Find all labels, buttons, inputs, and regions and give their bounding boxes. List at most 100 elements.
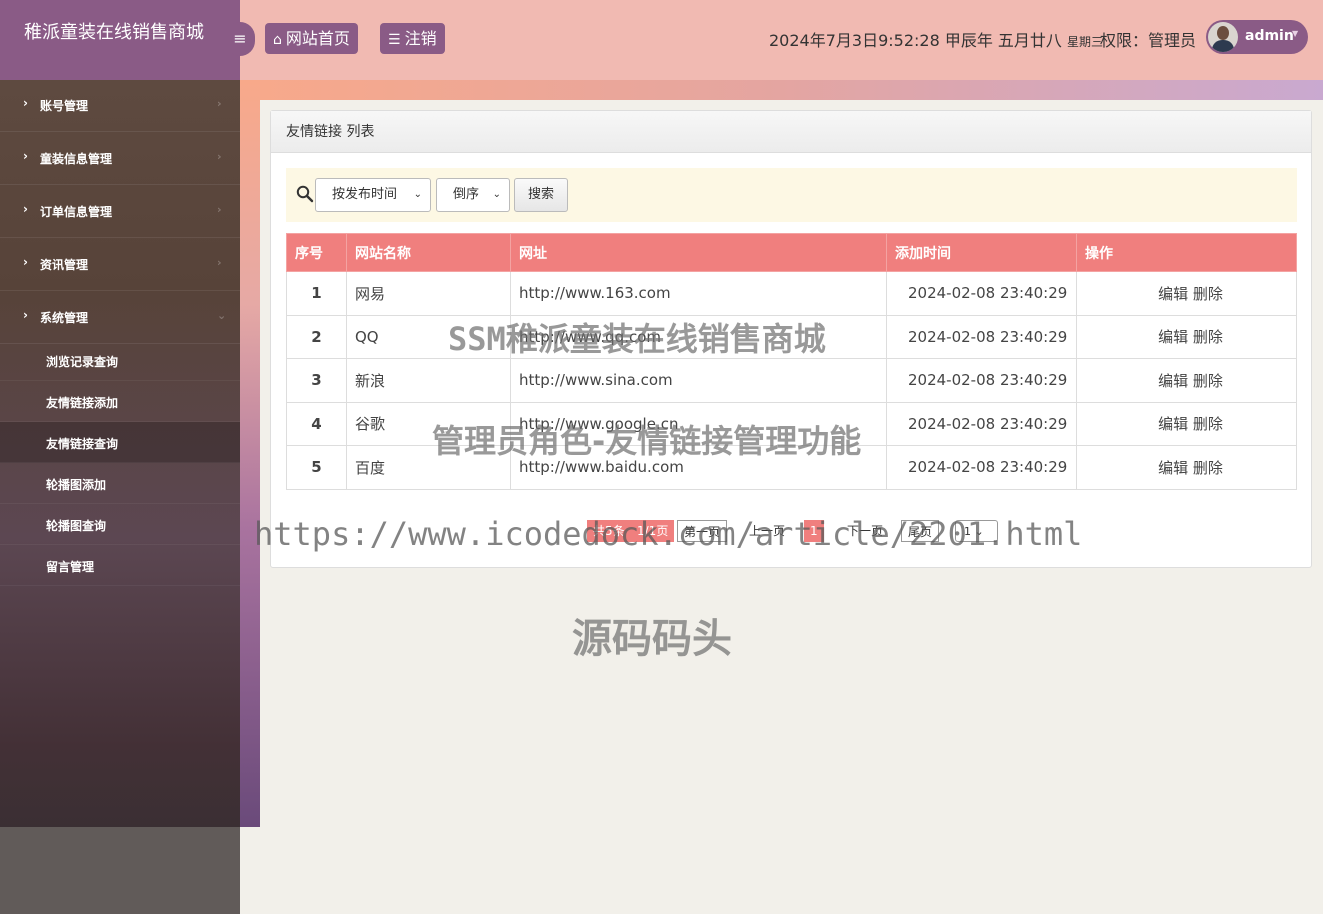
pagination: 共5条 1/1页 第一页 上一页 1 下一页 尾页 1 ⌄: [271, 520, 1311, 542]
edit-link[interactable]: 编辑: [1158, 372, 1188, 390]
column-header: 网站名称: [346, 233, 511, 272]
chevron-down-icon: ⌄: [974, 525, 984, 538]
delete-link[interactable]: 删除: [1193, 459, 1223, 477]
site-url: http://www.sina.com: [510, 358, 887, 403]
last-page-button[interactable]: 尾页: [901, 520, 940, 542]
sort-field-select[interactable]: 按发布时间 ⌄: [315, 178, 431, 212]
links-table: 序号 网站名称 网址 添加时间 操作 1 网易 http://www.163.com…: [286, 233, 1297, 490]
row-actions: 编辑 删除: [1076, 271, 1297, 316]
row-index: 5: [286, 445, 347, 490]
page-count: 1/1页: [631, 520, 675, 542]
sidebar-toggle-button[interactable]: ≡: [225, 22, 255, 56]
site-name: 网易: [346, 271, 511, 316]
row-index: 4: [286, 401, 347, 446]
sidebar-item-news[interactable]: › 资讯管理 ›: [0, 239, 240, 291]
search-button[interactable]: 搜索: [514, 178, 568, 212]
chevron-right-icon: ›: [23, 202, 28, 216]
datetime-display: 2024年7月3日9:52:28 甲辰年 五月廿八 星期三: [769, 31, 1104, 50]
sidebar-item-orders[interactable]: › 订单信息管理 ›: [0, 186, 240, 238]
column-header: 网址: [510, 233, 887, 272]
home-icon: ⌂: [273, 32, 282, 48]
table-row: 2 QQ http://www.qq.com 2024-02-08 23:40:29 编…: [286, 314, 1297, 359]
logout-button[interactable]: ☰ 注销: [380, 23, 445, 54]
chevron-right-icon: ›: [23, 96, 28, 110]
search-icon: [296, 185, 314, 203]
row-index: 2: [286, 314, 347, 359]
total-count: 共5条: [587, 520, 631, 542]
menu-icon: ≡: [233, 29, 247, 48]
row-actions: 编辑 删除: [1076, 314, 1297, 359]
row-actions: 编辑 删除: [1076, 358, 1297, 403]
chevron-down-icon: ⌄: [217, 309, 227, 322]
role-label: 权限：管理员: [1100, 31, 1197, 50]
chevron-right-icon: ›: [23, 149, 28, 163]
sidebar-footer: [0, 827, 240, 914]
delete-link[interactable]: 删除: [1193, 328, 1223, 346]
edit-link[interactable]: 编辑: [1158, 285, 1188, 303]
sidebar-subitem-link-add[interactable]: 友情链接添加: [0, 381, 240, 422]
delete-link[interactable]: 删除: [1193, 415, 1223, 433]
site-url: http://www.baidu.com: [510, 445, 887, 490]
chevron-right-icon: ›: [217, 203, 222, 216]
sidebar-subitem-browse-history[interactable]: 浏览记录查询: [0, 340, 240, 381]
table-row: 1 网易 http://www.163.com 2024-02-08 23:40:29…: [286, 271, 1297, 316]
chevron-right-icon: ›: [23, 308, 28, 322]
caret-down-icon: ▼: [1292, 29, 1299, 38]
added-time: 2024-02-08 23:40:29: [886, 401, 1077, 446]
chevron-right-icon: ›: [23, 255, 28, 269]
sidebar-subitem-messages[interactable]: 留言管理: [0, 545, 240, 586]
chevron-right-icon: ›: [217, 256, 222, 269]
chevron-right-icon: ›: [217, 97, 222, 110]
row-actions: 编辑 删除: [1076, 401, 1297, 446]
site-name: 谷歌: [346, 401, 511, 446]
page-jump-select[interactable]: 1 ⌄: [955, 520, 998, 542]
list-panel: 友情链接 列表 按发布时间 ⌄ 倒序 ⌄ 搜索 序号 网站名称 网址 添加时间 操作…: [270, 110, 1312, 568]
column-header: 序号: [286, 233, 347, 272]
chevron-down-icon: ⌄: [492, 189, 501, 200]
column-header: 操作: [1076, 233, 1297, 272]
site-name: QQ: [346, 314, 511, 359]
first-page-button[interactable]: 第一页: [677, 520, 728, 542]
delete-link[interactable]: 删除: [1193, 285, 1223, 303]
row-index: 1: [286, 271, 347, 316]
prev-page-button[interactable]: 上一页: [743, 520, 791, 542]
panel-title: 友情链接 列表: [271, 111, 1311, 153]
added-time: 2024-02-08 23:40:29: [886, 445, 1077, 490]
table-row: 4 谷歌 http://www.google.cn 2024-02-08 23:40:…: [286, 401, 1297, 446]
sidebar-subitem-carousel-query[interactable]: 轮播图查询: [0, 504, 240, 545]
sidebar-item-system[interactable]: › 系统管理 ⌄: [0, 292, 240, 344]
edit-link[interactable]: 编辑: [1158, 459, 1188, 477]
username: admin: [1245, 28, 1294, 44]
table-row: 3 新浪 http://www.sina.com 2024-02-08 23:40:2…: [286, 358, 1297, 403]
sidebar-item-clothing[interactable]: › 童装信息管理 ›: [0, 133, 240, 185]
delete-link[interactable]: 删除: [1193, 372, 1223, 390]
current-page[interactable]: 1: [804, 520, 824, 542]
site-url: http://www.qq.com: [510, 314, 887, 359]
sort-order-select[interactable]: 倒序 ⌄: [436, 178, 510, 212]
home-button[interactable]: ⌂ 网站首页: [265, 23, 358, 54]
added-time: 2024-02-08 23:40:29: [886, 358, 1077, 403]
site-url: http://www.163.com: [510, 271, 887, 316]
site-brand: 稚派童装在线销售商城: [0, 0, 240, 80]
edit-link[interactable]: 编辑: [1158, 415, 1188, 433]
row-actions: 编辑 删除: [1076, 445, 1297, 490]
gradient-strip: [240, 80, 1323, 100]
site-name: 新浪: [346, 358, 511, 403]
edit-link[interactable]: 编辑: [1158, 328, 1188, 346]
chevron-down-icon: ⌄: [413, 189, 422, 200]
list-icon: ☰: [388, 32, 401, 48]
user-menu-button[interactable]: admin ▼: [1206, 20, 1308, 54]
table-row: 5 百度 http://www.baidu.com 2024-02-08 23:40:…: [286, 445, 1297, 490]
row-index: 3: [286, 358, 347, 403]
search-bar: 按发布时间 ⌄ 倒序 ⌄ 搜索: [286, 168, 1297, 222]
chevron-right-icon: ›: [217, 150, 222, 163]
sidebar: › 账号管理 › › 童装信息管理 › › 订单信息管理 › › 资讯管理 › › 系统管理 ⌄ 浏…: [0, 80, 240, 914]
gradient-band: [240, 80, 260, 827]
next-page-button[interactable]: 下一页: [841, 520, 889, 542]
sidebar-subitem-carousel-add[interactable]: 轮播图添加: [0, 463, 240, 504]
site-url: http://www.google.cn: [510, 401, 887, 446]
avatar: [1208, 22, 1238, 52]
sidebar-subitem-link-query[interactable]: 友情链接查询: [0, 422, 240, 463]
added-time: 2024-02-08 23:40:29: [886, 271, 1077, 316]
sidebar-item-account[interactable]: › 账号管理 ›: [0, 80, 240, 132]
